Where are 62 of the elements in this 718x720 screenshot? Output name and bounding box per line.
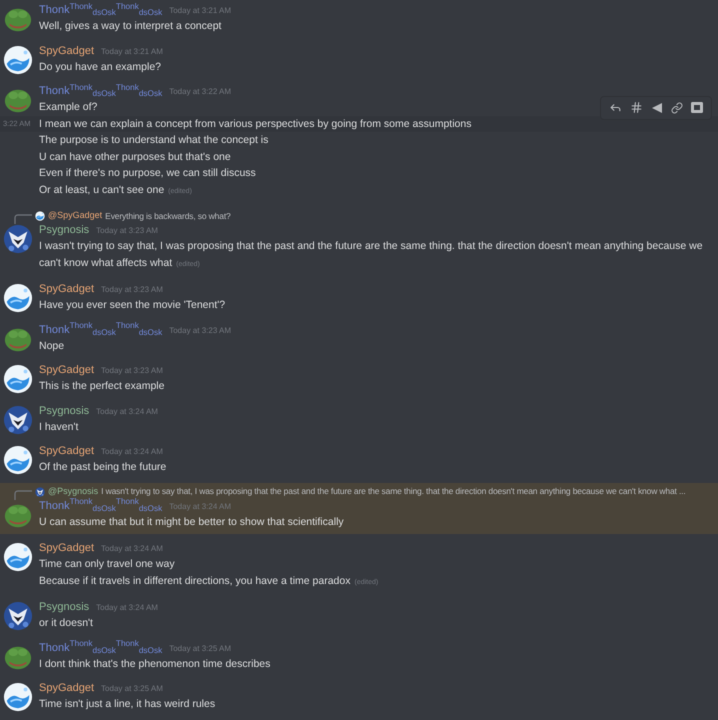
- message-text: Do you have an example?: [39, 60, 161, 72]
- username: SpyGadget: [39, 681, 94, 695]
- username: SpyGadget: [39, 363, 94, 377]
- message-text: Time can only travel one way: [39, 558, 175, 570]
- timestamp: Today at 3:25 AM: [169, 642, 232, 654]
- timestamp: Today at 3:22 AM: [169, 86, 232, 98]
- timestamp: Today at 3:23 AM: [101, 284, 163, 296]
- timestamp: Today at 3:23 AM: [101, 365, 163, 377]
- message-text: Of the past being the future: [39, 461, 166, 473]
- avatar-icon[interactable]: [3, 601, 33, 631]
- username: Psygnosis: [39, 600, 90, 614]
- message-text: Well, gives a way to interpret a concept: [39, 20, 222, 32]
- avatar-icon[interactable]: [3, 364, 33, 394]
- avatar-icon[interactable]: [3, 542, 33, 572]
- message-text: This is the perfect example: [39, 380, 164, 392]
- reply-preview[interactable]: Everything is backwards, so what?: [105, 210, 231, 222]
- reply-author[interactable]: @Psygnosis: [48, 484, 98, 498]
- timestamp: Today at 3:21 AM: [169, 5, 232, 17]
- timestamp: Today at 3:23 AM: [96, 225, 158, 237]
- username: Psygnosis: [39, 404, 90, 418]
- username: SpyGadget: [39, 44, 94, 58]
- timestamp: Today at 3:23 AM: [169, 324, 232, 336]
- reply-connector: [14, 490, 32, 500]
- avatar-icon[interactable]: [3, 224, 33, 254]
- message-text: I dont think that's the phenomenon time describes: [39, 658, 270, 670]
- timestamp: Today at 3:24 AM: [96, 602, 158, 614]
- message-text: I mean we can explain a concept from various perspectives by going from some assumptions: [39, 118, 472, 130]
- avatar-icon[interactable]: [3, 44, 33, 74]
- timestamp: Today at 3:24 AM: [96, 406, 158, 418]
- reply-author[interactable]: @SpyGadget: [48, 209, 102, 223]
- message-text: or it doesn't: [39, 617, 93, 629]
- message-text: I haven't: [39, 420, 78, 432]
- timestamp: Today at 3:25 AM: [101, 683, 163, 695]
- message-text: U can have other purposes but that's one: [39, 150, 231, 162]
- message-text: Have you ever seen the movie 'Tenent'?: [39, 299, 226, 311]
- avatar-icon[interactable]: [35, 211, 45, 221]
- message-text: Even if there's no purpose, we can still discuss: [39, 167, 256, 179]
- timestamp: Today at 3:24 AM: [101, 446, 163, 458]
- triangle-icon[interactable]: [651, 102, 663, 114]
- reply-connector: [14, 214, 32, 224]
- message-text: The purpose is to understand what the concept is: [39, 134, 268, 146]
- avatar-icon[interactable]: [3, 445, 33, 475]
- link-icon[interactable]: [671, 102, 683, 114]
- message-text: Nope: [39, 340, 64, 352]
- message-text: U can assume that but it might be better to show that scientifically: [39, 516, 344, 528]
- reply-icon[interactable]: [609, 101, 622, 114]
- avatar-icon[interactable]: [3, 404, 33, 434]
- username: Psygnosis: [39, 223, 90, 237]
- avatar-icon[interactable]: [3, 682, 33, 712]
- hash-icon[interactable]: [630, 101, 643, 114]
- message-text: Time isn't just a line, it has weird rules: [39, 698, 216, 710]
- timestamp: Today at 3:24 AM: [101, 543, 163, 555]
- more-icon[interactable]: [691, 102, 703, 113]
- timestamp: Today at 3:24 AM: [169, 500, 232, 512]
- message-text: Example of?: [39, 101, 98, 113]
- reply-preview[interactable]: I wasn't trying to say that, I was proposing that the past and the future are the same thing. that the direction doesn't mean anything because we can't know what ...: [101, 485, 686, 498]
- username: SpyGadget: [39, 444, 94, 458]
- username: SpyGadget: [39, 282, 94, 296]
- avatar-icon[interactable]: [35, 486, 45, 496]
- username: SpyGadget: [39, 541, 94, 555]
- timestamp: Today at 3:21 AM: [101, 46, 163, 58]
- avatar-icon[interactable]: [3, 283, 33, 313]
